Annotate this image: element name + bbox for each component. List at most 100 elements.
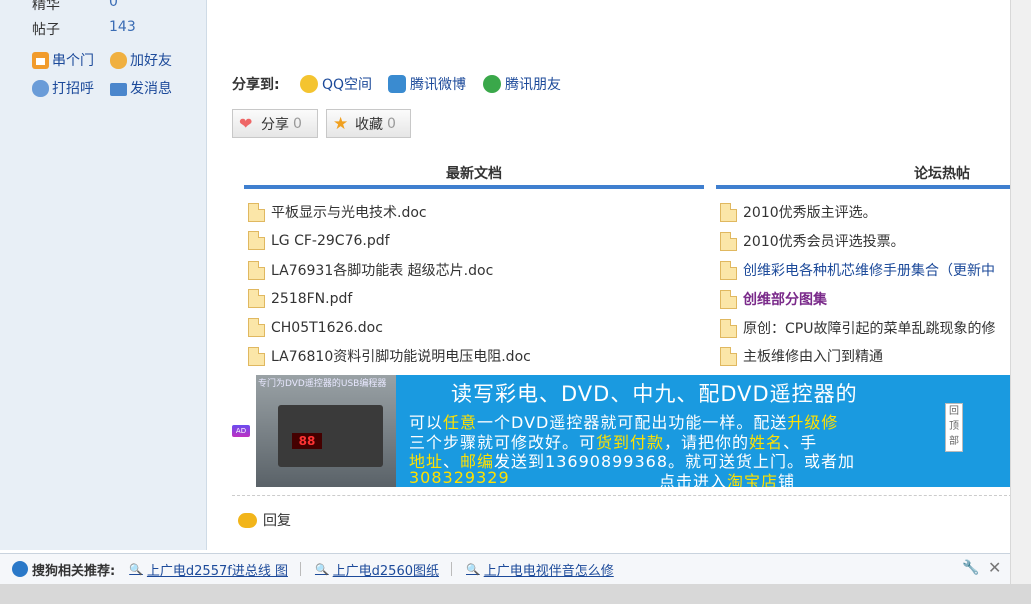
latest-docs-underline: [244, 185, 704, 189]
separator: [299, 562, 301, 576]
back-to-top-button[interactable]: 回顶部: [945, 403, 963, 452]
post-title: 主板维修由入门到精通: [743, 349, 883, 365]
visit-button[interactable]: 串个门: [32, 50, 94, 70]
search-icon: 🔍: [466, 562, 480, 576]
recommend-link[interactable]: 🔍 上广电电视伴音怎么修: [466, 560, 614, 579]
document-icon: [720, 231, 737, 251]
qzone-icon: [300, 75, 318, 93]
profile-sidebar: 精华 0 帖子 143 串个门 加好友 打招呼 发消息: [0, 0, 207, 550]
list-item[interactable]: 原创：CPU故障引起的菜单乱跳现象的修: [720, 318, 995, 338]
reply-label: 回复: [263, 513, 291, 529]
banner-photo: 专门为DVD遥控器的USB编程器 88: [256, 375, 396, 487]
divider: [232, 495, 1012, 496]
greet-button[interactable]: 打招呼: [32, 78, 94, 98]
document-icon: [720, 346, 737, 366]
search-icon: 🔍: [314, 562, 329, 576]
post-title: 原创：CPU故障引起的菜单乱跳现象的修: [743, 321, 996, 337]
list-item[interactable]: 2010优秀会员评选投票。: [720, 231, 905, 251]
send-message-button[interactable]: 发消息: [110, 78, 172, 98]
doc-title: 平板显示与光电技术.doc: [271, 205, 427, 221]
latest-docs-title: 最新文档: [446, 166, 502, 182]
banner-line-4: 308329329: [409, 468, 510, 487]
list-item[interactable]: LA76931各脚功能表 超级芯片.doc: [248, 260, 493, 280]
document-icon: [248, 202, 265, 222]
hot-posts-underline: [716, 185, 1010, 189]
close-icon[interactable]: ✕: [988, 558, 1001, 577]
post-title: 2010优秀版主评选。: [743, 205, 877, 221]
wrench-icon[interactable]: 🔧: [962, 560, 979, 576]
window-edge: [1010, 0, 1031, 604]
share-link-label: 腾讯微博: [410, 77, 466, 93]
list-item[interactable]: 平板显示与光电技术.doc: [248, 202, 427, 222]
document-icon: [248, 346, 265, 366]
stat-label: 精华: [32, 0, 60, 13]
list-item[interactable]: CH05T1626.doc: [248, 318, 383, 337]
action-label: 打招呼: [52, 81, 94, 97]
heart-icon: ❤: [239, 113, 253, 133]
recommend-link[interactable]: 🔍 上广电d2560图纸: [315, 560, 439, 579]
search-icon: 🔍: [129, 562, 143, 576]
banner-title: 读写彩电、DVD、中九、配DVD遥控器的: [451, 382, 858, 406]
document-icon: [720, 202, 737, 222]
banner-shop-link[interactable]: 点击进入淘宝店铺: [659, 468, 795, 487]
document-icon: [248, 318, 265, 337]
post-title: 2010优秀会员评选投票。: [743, 234, 905, 250]
ad-badge: AD: [232, 425, 250, 437]
share-count: 0: [293, 115, 302, 132]
doc-title: CH05T1626.doc: [271, 319, 383, 336]
recommend-label: 搜狗相关推荐:: [32, 563, 116, 579]
action-label: 串个门: [52, 53, 94, 69]
stat-label: 帖子: [32, 22, 60, 38]
share-weibo-link[interactable]: 腾讯微博: [388, 74, 466, 94]
favorite-button[interactable]: ★ 收藏 0: [326, 109, 411, 138]
list-item[interactable]: 主板维修由入门到精通: [720, 346, 883, 366]
add-friend-button[interactable]: 加好友: [110, 50, 172, 70]
document-icon: [248, 260, 265, 280]
list-item[interactable]: LG CF-29C76.pdf: [248, 231, 390, 250]
screenshot-edge: [0, 584, 1031, 604]
list-item[interactable]: LA76810资料引脚功能说明电压电阻.doc: [248, 346, 531, 366]
button-label: 收藏: [355, 116, 383, 133]
sogou-search-icon: [12, 561, 28, 577]
device-display: 88: [292, 433, 322, 449]
reply-button[interactable]: 回复: [238, 510, 291, 530]
list-item[interactable]: 创维部分图集: [720, 289, 827, 309]
hot-posts-title: 论坛热帖: [914, 166, 970, 182]
share-friends-link[interactable]: 腾讯朋友: [483, 74, 561, 94]
tencent-weibo-icon: [388, 75, 406, 93]
sogou-recommend-bar: 搜狗相关推荐: 🔍 上广电d2557f进总线 图 🔍 上广电d2560图纸 🔍 …: [0, 553, 1010, 584]
stat-posts: 帖子 143: [32, 19, 136, 39]
ad-banner[interactable]: 专门为DVD遥控器的USB编程器 88 读写彩电、DVD、中九、配DVD遥控器的…: [256, 375, 1011, 487]
doc-title: LA76810资料引脚功能说明电压电阻.doc: [271, 349, 531, 365]
share-button[interactable]: ❤ 分享 0: [232, 109, 318, 138]
document-icon: [248, 231, 265, 250]
action-label: 发消息: [130, 81, 172, 97]
action-label: 加好友: [130, 53, 172, 69]
list-item[interactable]: 创维彩电各种机芯维修手册集合（更新中: [720, 260, 995, 280]
favorite-count: 0: [387, 115, 396, 132]
doc-title: 2518FN.pdf: [271, 290, 353, 307]
message-icon: [110, 82, 127, 96]
list-item[interactable]: 2518FN.pdf: [248, 289, 352, 308]
button-label: 分享: [261, 116, 289, 133]
tencent-friends-icon: [483, 75, 501, 93]
photo-caption: 专门为DVD遥控器的USB编程器: [258, 379, 387, 389]
share-qzone-link[interactable]: QQ空间: [300, 74, 372, 94]
document-icon: [720, 289, 737, 309]
separator: [451, 562, 452, 576]
document-icon: [720, 318, 737, 338]
document-icon: [248, 289, 265, 308]
stat-value[interactable]: 143: [109, 19, 136, 35]
document-icon: [720, 260, 737, 280]
recommend-link[interactable]: 🔍 上广电d2557f进总线 图: [129, 560, 288, 579]
reply-icon: [238, 512, 257, 528]
share-link-label: 腾讯朋友: [505, 77, 561, 93]
doc-title: LG CF-29C76.pdf: [271, 232, 390, 249]
post-title: 创维部分图集: [743, 292, 827, 308]
doc-title: LA76931各脚功能表 超级芯片.doc: [271, 263, 494, 279]
stat-value[interactable]: 0: [109, 0, 118, 10]
star-icon: ★: [333, 113, 349, 134]
share-link-label: QQ空间: [322, 77, 373, 93]
stat-digest: 精华 0: [32, 0, 118, 14]
list-item[interactable]: 2010优秀版主评选。: [720, 202, 877, 222]
